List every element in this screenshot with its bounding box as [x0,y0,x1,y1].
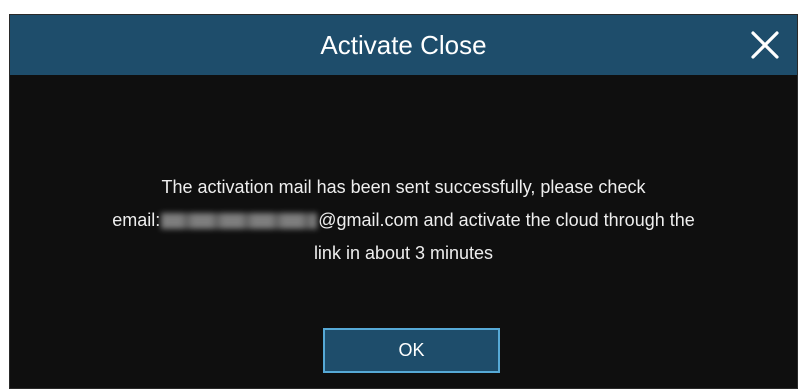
redacted-email-user [161,213,318,230]
message-line-2: email: @gmail.com and activate the cloud … [30,204,777,237]
activate-cloud-dialog: Activate Close The activation mail has b… [9,14,798,389]
email-label: email: [112,210,161,230]
dialog-title: Activate Close [320,30,487,60]
message-line-2-rest: and activate the cloud through the [418,210,695,230]
message-line-1: The activation mail has been sent succes… [161,177,646,197]
close-icon[interactable] [747,27,783,63]
message-line-3: link in about 3 minutes [313,243,494,263]
dialog-titlebar: Activate Close [10,15,797,75]
email-domain: @gmail.com [318,210,419,230]
activation-message: The activation mail has been sent succes… [30,171,777,270]
ok-button[interactable]: OK [323,328,500,373]
